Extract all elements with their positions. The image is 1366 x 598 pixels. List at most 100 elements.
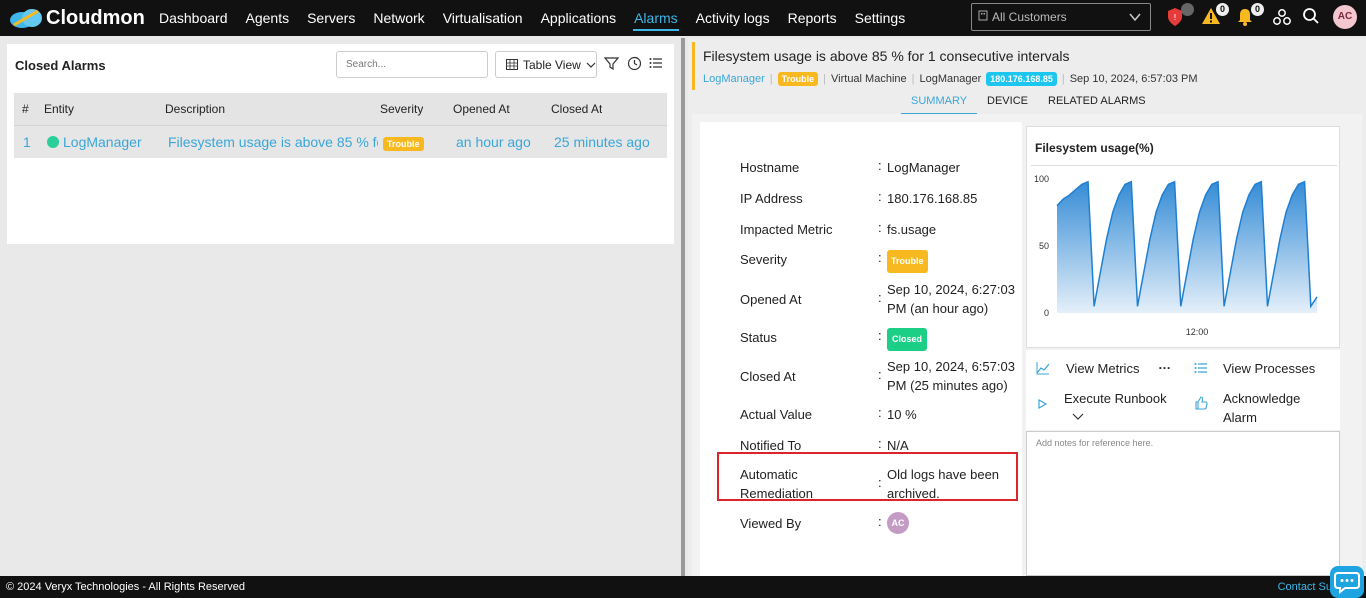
chevron-down-icon — [1128, 10, 1142, 27]
network-nodes-icon — [1273, 9, 1291, 25]
chevron-down-icon[interactable] — [1072, 410, 1086, 424]
field-value: 180.176.168.85 — [887, 191, 978, 206]
row-entity[interactable]: LogManager — [47, 134, 142, 150]
play-icon — [1036, 398, 1050, 412]
main-nav: Dashboard Agents Servers Network Virtual… — [150, 0, 914, 36]
customer-select[interactable]: All Customers — [971, 3, 1151, 31]
field-label: Closed At — [740, 369, 796, 384]
alarm-title: Filesystem usage is above 85 % for 1 con… — [703, 48, 1070, 64]
status-dot-icon — [47, 136, 59, 148]
process-list-icon — [1194, 361, 1208, 375]
filter-button[interactable] — [603, 56, 620, 72]
panel-resize-handle[interactable] — [681, 38, 685, 576]
notification-button[interactable]: 0 — [1236, 3, 1264, 29]
meta-type: Virtual Machine — [831, 73, 907, 85]
field-label: Opened At — [740, 292, 802, 307]
acknowledge-alarm-button[interactable]: Acknowledge Alarm — [1223, 389, 1333, 427]
summary-body: Hostname : LogManager IP Address : 180.1… — [692, 114, 1362, 576]
y-tick-label: 0 — [1044, 308, 1049, 318]
copyright-text: © 2024 Veryx Technologies - All Rights R… — [6, 581, 246, 593]
user-avatar[interactable]: AC — [1333, 5, 1357, 29]
building-icon — [978, 10, 988, 24]
execute-runbook-button[interactable]: Execute Runbook — [1064, 389, 1167, 408]
view-metrics-button[interactable]: View Metrics — [1066, 359, 1139, 378]
summary-details: Hostname : LogManager IP Address : 180.1… — [700, 122, 1022, 576]
history-button[interactable] — [627, 56, 643, 72]
security-count-badge — [1181, 3, 1194, 16]
status-badge: Closed — [887, 328, 928, 351]
integrations-button[interactable] — [1272, 7, 1294, 29]
search-icon — [1303, 8, 1319, 24]
notification-count-badge: 0 — [1251, 3, 1264, 16]
view-processes-button[interactable]: View Processes — [1223, 359, 1315, 378]
nav-applications[interactable]: Applications — [532, 0, 626, 36]
row-entity-label: LogManager — [63, 134, 142, 150]
nav-activity-logs[interactable]: Activity logs — [687, 0, 779, 36]
field-label: Status — [740, 330, 777, 345]
nav-network[interactable]: Network — [364, 0, 433, 36]
column-list-button[interactable] — [649, 56, 665, 72]
col-opened-at[interactable]: Opened At — [453, 102, 510, 116]
clock-icon — [627, 56, 642, 71]
brand-logo[interactable]: Cloudmon — [8, 7, 145, 30]
meta-ip-badge: 180.176.168.85 — [986, 72, 1057, 86]
tab-device[interactable]: DEVICE — [977, 92, 1038, 114]
col-severity[interactable]: Severity — [380, 102, 423, 116]
row-opened-at: an hour ago — [456, 134, 531, 150]
meta-time: Sep 10, 2024, 6:57:03 PM — [1069, 73, 1198, 85]
detail-tabs: SUMMARY DEVICE RELATED ALARMS — [901, 92, 1156, 114]
nav-alarms[interactable]: Alarms — [625, 0, 687, 36]
search-button[interactable] — [1302, 7, 1324, 29]
field-label: Severity — [740, 252, 787, 267]
meta-entity-link[interactable]: LogManager — [703, 73, 765, 85]
field-label: Viewed By — [740, 516, 802, 531]
chart-plot: 100 50 0 12:00 — [1034, 174, 1318, 337]
filter-icon — [603, 57, 620, 71]
y-tick-label: 50 — [1039, 241, 1049, 251]
chat-button[interactable] — [1330, 566, 1364, 598]
row-description[interactable]: Filesystem usage is above 85 % for 1 con… — [168, 134, 378, 150]
trend-chart-icon — [1036, 361, 1050, 375]
search-input[interactable]: Search... — [336, 51, 488, 78]
warning-button[interactable]: 0 — [1201, 3, 1229, 29]
more-options-icon[interactable]: … — [1158, 355, 1171, 374]
nav-servers[interactable]: Servers — [298, 0, 364, 36]
contact-support-link[interactable]: Contact Su — [1278, 576, 1332, 598]
severity-badge: Trouble — [887, 250, 928, 273]
col-number[interactable]: # — [22, 102, 29, 116]
tab-summary[interactable]: SUMMARY — [901, 92, 978, 114]
field-value: Sep 10, 2024, 6:27:03 PM (an hour ago) — [887, 282, 1015, 316]
nav-settings[interactable]: Settings — [846, 0, 915, 36]
col-description[interactable]: Description — [165, 102, 225, 116]
nav-reports[interactable]: Reports — [779, 0, 846, 36]
alarm-meta: LogManager | Trouble | Virtual Machine |… — [703, 72, 1198, 86]
nav-virtualisation[interactable]: Virtualisation — [434, 0, 532, 36]
table-header: # Entity Description Severity Opened At … — [14, 93, 667, 125]
notes-textarea[interactable]: Add notes for reference here. — [1026, 431, 1340, 576]
row-severity-badge: Trouble — [383, 134, 424, 151]
meta-host: LogManager — [919, 73, 982, 85]
meta-severity-badge: Trouble — [777, 72, 819, 86]
security-alert-button[interactable]: ! — [1166, 3, 1194, 29]
col-entity[interactable]: Entity — [44, 102, 74, 116]
table-row[interactable]: 1 LogManager Filesystem usage is above 8… — [14, 125, 667, 158]
brand-name: Cloudmon — [46, 6, 145, 29]
alarm-header: Filesystem usage is above 85 % for 1 con… — [692, 42, 1362, 90]
tab-related-alarms[interactable]: RELATED ALARMS — [1038, 92, 1156, 114]
col-closed-at[interactable]: Closed At — [551, 102, 602, 116]
field-label: IP Address — [740, 191, 803, 206]
nav-agents[interactable]: Agents — [237, 0, 299, 36]
field-label: Impacted Metric — [740, 222, 833, 237]
filesystem-usage-chart: Filesystem usage(%) 100 50 0 12:00 — [1026, 126, 1340, 348]
severity-badge: Trouble — [383, 136, 424, 151]
table-view-dropdown[interactable]: Table View — [495, 51, 597, 78]
warning-count-badge: 0 — [1216, 3, 1229, 16]
footer: © 2024 Veryx Technologies - All Rights R… — [0, 576, 1366, 598]
top-navbar: Cloudmon Dashboard Agents Servers Networ… — [0, 0, 1366, 36]
nav-dashboard[interactable]: Dashboard — [150, 0, 237, 36]
row-closed-at: 25 minutes ago — [554, 134, 650, 150]
chevron-down-icon — [586, 62, 596, 68]
field-value: 10 % — [887, 407, 917, 422]
viewer-avatar[interactable]: AC — [887, 512, 909, 534]
y-tick-label: 100 — [1034, 174, 1049, 184]
